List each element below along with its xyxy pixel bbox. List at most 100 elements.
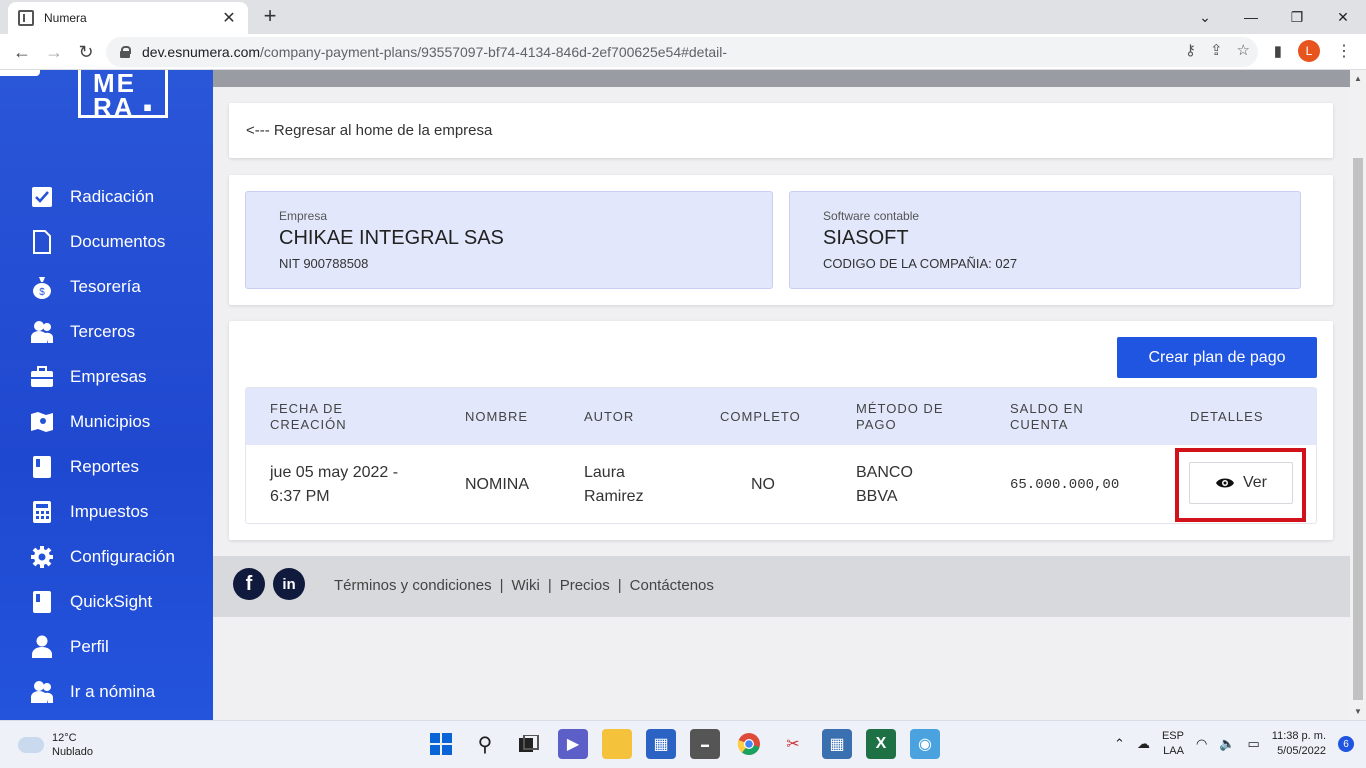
url-host: dev.esnumera.com — [142, 44, 261, 60]
sidebar-item-perfil[interactable]: Perfil — [30, 624, 175, 669]
sidebar-item-tesoreria[interactable]: $ Tesorería — [30, 264, 175, 309]
url-input[interactable]: dev.esnumera.com/company-payment-plans/9… — [106, 37, 1258, 67]
company-code: CODIGO DE LA COMPAÑIA: 027 — [823, 256, 1018, 271]
checkbox-icon — [30, 185, 54, 209]
side-panel-icon[interactable]: ▮ — [1274, 42, 1282, 60]
sidebar-item-label: Tesorería — [70, 276, 141, 296]
excel-icon[interactable]: X — [866, 729, 896, 759]
windows-start-icon[interactable] — [426, 729, 456, 759]
linkedin-icon[interactable]: in — [273, 568, 305, 600]
language-code: ESP — [1161, 730, 1184, 742]
forward-icon[interactable]: → — [42, 40, 66, 64]
sidebar-item-quicksight[interactable]: QuickSight — [30, 579, 175, 624]
vertical-scrollbar[interactable]: ▲ ▼ — [1350, 70, 1366, 720]
sidebar-item-empresas[interactable]: Empresas — [30, 354, 175, 399]
chat-icon[interactable]: ▶ — [558, 729, 588, 759]
new-tab-button[interactable]: + — [258, 4, 282, 28]
onedrive-icon[interactable]: ☁ — [1137, 736, 1150, 752]
sidebar-item-impuestos[interactable]: Impuestos — [30, 489, 175, 534]
header-strip — [213, 70, 1350, 87]
system-tray: ⌃ ☁ ESP LAA ◠ 🔈 ▭ 11:38 p. m. 5/05/2022 … — [1114, 729, 1354, 759]
tab-close-icon[interactable]: ✕ — [220, 8, 238, 28]
main-content: <--- Regresar al home de la empresa Empr… — [213, 70, 1350, 720]
sidebar-tab — [0, 70, 40, 76]
back-to-company-link[interactable]: <--- Regresar al home de la empresa — [229, 103, 1333, 158]
calculator-icon — [30, 500, 54, 524]
tab-search-icon[interactable]: ⌄ — [1182, 0, 1228, 34]
calculator-app-icon[interactable]: ▦ — [822, 729, 852, 759]
pricing-link[interactable]: Precios — [560, 577, 610, 594]
facebook-icon[interactable]: f — [233, 568, 265, 600]
sidebar-item-documentos[interactable]: Documentos — [30, 219, 175, 264]
share-icon[interactable]: ⇪ — [1210, 41, 1223, 59]
language-indicator[interactable]: ESP LAA — [1162, 729, 1184, 759]
scroll-down-icon[interactable]: ▼ — [1354, 707, 1362, 716]
wifi-icon[interactable]: ◠ — [1196, 736, 1207, 752]
amazon-icon[interactable]: ▬ — [690, 729, 720, 759]
lock-icon — [120, 46, 131, 58]
menu-kebab-icon[interactable]: ⋮ — [1336, 41, 1352, 61]
volume-icon[interactable]: 🔈 — [1219, 736, 1235, 752]
sidebar-item-reportes[interactable]: Reportes — [30, 444, 175, 489]
column-header-completo: COMPLETO — [720, 408, 801, 424]
sidebar-item-municipios[interactable]: Municipios — [30, 399, 175, 444]
people-icon — [30, 680, 54, 704]
chevron-up-icon[interactable]: ⌃ — [1114, 736, 1125, 752]
weather-widget[interactable]: 12°C Nublado — [18, 731, 93, 759]
back-icon[interactable]: ← — [10, 40, 34, 64]
column-header-metodo: MÉTODO DE PAGO — [856, 400, 944, 432]
search-icon[interactable]: ⚲ — [470, 729, 500, 759]
contact-link[interactable]: Contáctenos — [630, 577, 714, 594]
notification-badge[interactable]: 6 — [1338, 736, 1354, 752]
temperature: 12°C — [52, 732, 77, 744]
software-name: SIASOFT — [823, 227, 909, 249]
wiki-link[interactable]: Wiki — [511, 577, 539, 594]
maps-app-icon[interactable]: ◉ — [910, 729, 940, 759]
sidebar-item-ir-a-nomina[interactable]: Ir a nómina — [30, 669, 175, 714]
money-bag-icon: $ — [30, 275, 54, 299]
minimize-button[interactable]: — — [1228, 0, 1274, 34]
cell-detalles: Ver — [246, 445, 1316, 523]
chrome-icon[interactable] — [734, 729, 764, 759]
sidebar-item-label: Empresas — [70, 366, 147, 386]
map-icon — [30, 410, 54, 434]
url-path: /company-payment-plans/93557097-bf74-413… — [260, 44, 728, 60]
numera-logo[interactable]: ME RA ▪ — [78, 70, 168, 120]
sidebar-item-radicacion[interactable]: Radicación — [30, 174, 175, 219]
task-view-icon[interactable] — [514, 729, 544, 759]
key-icon[interactable]: ⚷ — [1185, 41, 1196, 59]
sidebar-nav: Radicación Documentos $ Tesorería Tercer… — [30, 174, 175, 714]
cloud-icon — [18, 737, 44, 753]
keyboard-layout: LAA — [1163, 745, 1184, 757]
restore-button[interactable]: ❐ — [1274, 0, 1320, 34]
clock[interactable]: 11:38 p. m. 5/05/2022 — [1272, 729, 1326, 759]
star-icon[interactable]: ☆ — [1237, 41, 1250, 59]
terms-link[interactable]: Términos y condiciones — [334, 577, 492, 594]
close-window-button[interactable]: ✕ — [1320, 0, 1366, 34]
eye-icon — [1215, 478, 1234, 488]
scrollbar-thumb[interactable] — [1353, 158, 1363, 700]
reload-icon[interactable]: ↻ — [74, 40, 98, 64]
sidebar-item-label: Ir a nómina — [70, 681, 156, 701]
file-explorer-icon[interactable] — [602, 729, 632, 759]
sidebar-item-label: Reportes — [70, 456, 139, 476]
svg-text:$: $ — [39, 287, 45, 298]
briefcase-icon — [30, 365, 54, 389]
view-details-label: Ver — [1242, 474, 1267, 491]
sidebar-item-label: Municipios — [70, 411, 151, 431]
column-header-nombre: NOMBRE — [465, 408, 529, 424]
create-payment-plan-button[interactable]: Crear plan de pago — [1117, 337, 1317, 378]
date: 5/05/2022 — [1277, 745, 1326, 757]
scroll-up-icon[interactable]: ▲ — [1354, 74, 1362, 83]
store-icon[interactable]: ▦ — [646, 729, 676, 759]
gear-icon — [30, 545, 54, 569]
sidebar-item-configuracion[interactable]: Configuración — [30, 534, 175, 579]
column-header-autor: AUTOR — [584, 408, 635, 424]
browser-tab[interactable]: Numera ✕ — [8, 2, 248, 34]
profile-avatar[interactable]: L — [1298, 40, 1320, 62]
sidebar-item-label: Documentos — [70, 231, 166, 251]
sidebar-item-terceros[interactable]: Terceros — [30, 309, 175, 354]
battery-icon[interactable]: ▭ — [1247, 736, 1259, 752]
snipping-tool-icon[interactable]: ✂ — [778, 729, 808, 759]
view-details-button[interactable]: Ver — [1189, 462, 1293, 504]
